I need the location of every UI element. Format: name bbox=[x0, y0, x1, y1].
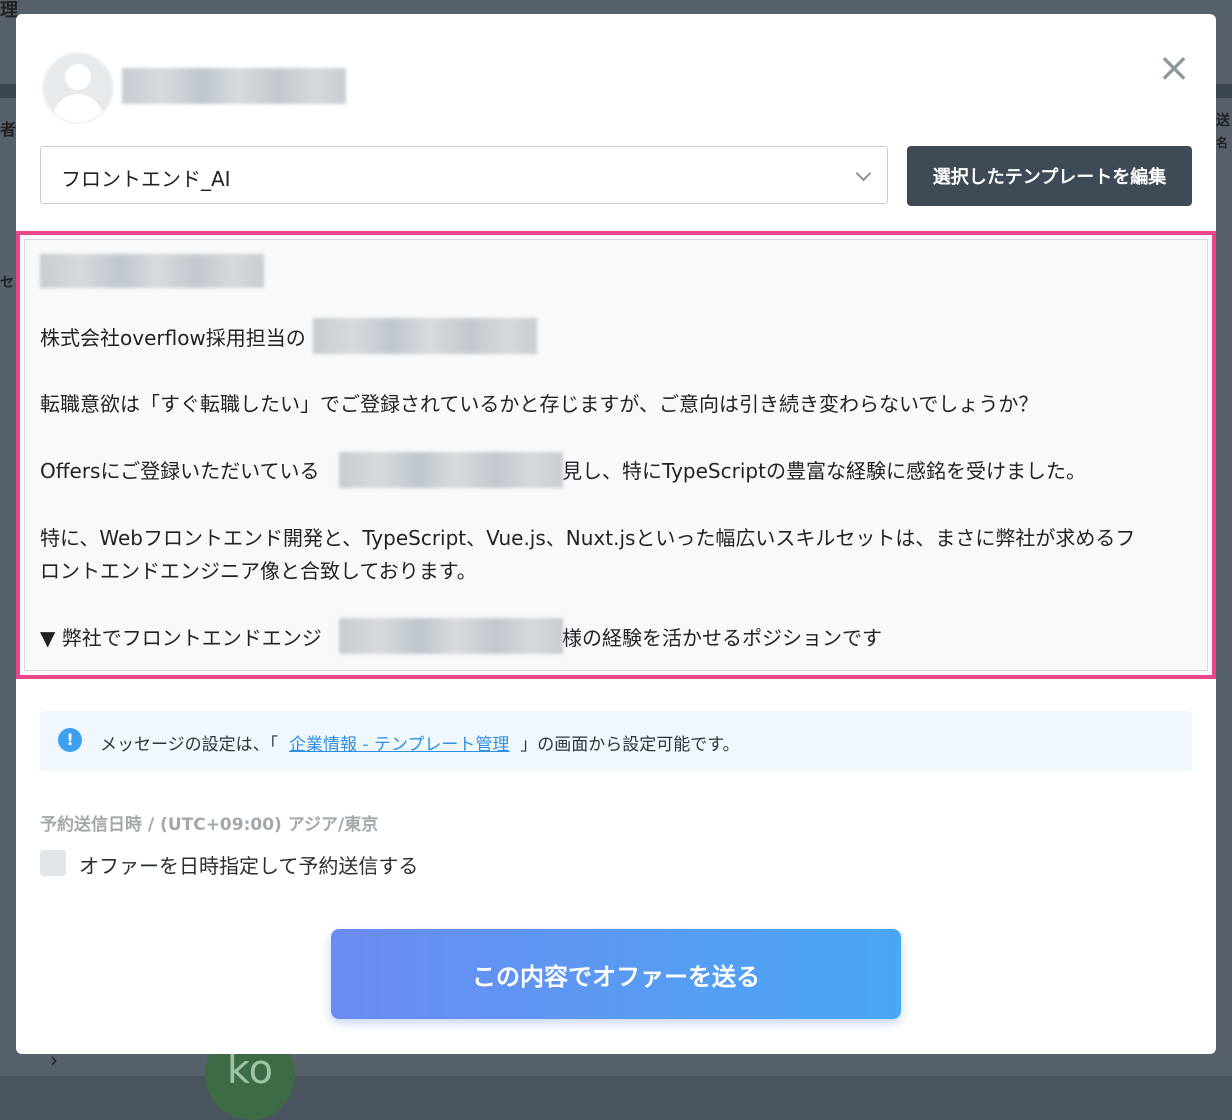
info-notice: ! メッセージの設定は、「 企業情報 - テンプレート管理 」の画面から設定可能… bbox=[40, 711, 1192, 771]
info-icon: ! bbox=[58, 728, 82, 752]
template-select-value: フロントエンド_AI bbox=[61, 167, 231, 191]
schedule-checkbox[interactable] bbox=[40, 850, 66, 876]
info-text: メッセージの設定は、「 企業情報 - テンプレート管理 」の画面から設定可能です… bbox=[100, 730, 740, 755]
chevron-down-icon bbox=[855, 165, 872, 182]
schedule-checkbox-label[interactable]: オファーを日時指定して予約送信する bbox=[79, 850, 418, 879]
message-preview-highlight: 株式会社overflow採用担当の 転職意欲は「すぐ転職したい」でご登録されてい… bbox=[16, 231, 1216, 679]
offer-modal: × フロントエンド_AI 選択したテンプレートを編集 株式会社overflow採… bbox=[16, 14, 1216, 1054]
message-line-profile-prefix: Offersにご登録いただいている bbox=[40, 459, 320, 483]
edit-template-button[interactable]: 選択したテンプレートを編集 bbox=[907, 146, 1192, 206]
sender-name-redacted bbox=[313, 318, 537, 354]
info-text-suffix: 」の画面から設定可能です。 bbox=[520, 735, 740, 755]
background-header-strip bbox=[0, 84, 16, 98]
background-text-fragment: セ bbox=[0, 275, 14, 291]
message-line-skills-1: 特に、Webフロントエンド開発と、TypeScript、Vue.js、Nuxt.… bbox=[40, 526, 1136, 550]
message-line-sender: 株式会社overflow採用担当の bbox=[40, 326, 306, 350]
info-text-prefix: メッセージの設定は、「 bbox=[100, 735, 279, 755]
message-line-profile-suffix: 見し、特にTypeScriptの豊富な経験に感銘を受けました。 bbox=[562, 459, 1086, 483]
close-icon[interactable]: × bbox=[1156, 48, 1192, 88]
background-text-fragment: 名 bbox=[1216, 136, 1229, 150]
template-select[interactable]: フロントエンド_AI bbox=[40, 146, 888, 204]
message-line-position-suffix: 様の経験を活かせるポジションです bbox=[562, 626, 882, 650]
profile-text-redacted bbox=[339, 452, 563, 488]
background-text-fragment: 者 bbox=[0, 120, 17, 139]
background-header-strip-right bbox=[1216, 84, 1232, 98]
position-text-redacted bbox=[339, 618, 563, 654]
message-preview[interactable]: 株式会社overflow採用担当の 転職意欲は「すぐ転職したい」でご登録されてい… bbox=[24, 239, 1208, 671]
recipient-name-redacted bbox=[40, 254, 264, 288]
background-text-fragment: 送 bbox=[1216, 113, 1230, 129]
template-management-link[interactable]: 企業情報 - テンプレート管理 bbox=[289, 735, 509, 755]
schedule-label: 予約送信日時 / (UTC+09:00) アジア/東京 bbox=[40, 815, 379, 835]
message-line-question: 転職意欲は「すぐ転職したい」でご登録されているかと存じますが、ご意向は引き続き変… bbox=[40, 392, 1039, 416]
message-line-skills-2: ロントエンドエンジニア像と合致しております。 bbox=[40, 559, 477, 583]
message-line-position-prefix: ▼ 弊社でフロントエンドエンジ bbox=[40, 626, 322, 650]
send-offer-button[interactable]: この内容でオファーを送る bbox=[331, 929, 901, 1019]
candidate-avatar-icon bbox=[42, 52, 114, 124]
candidate-name-redacted bbox=[122, 68, 346, 104]
